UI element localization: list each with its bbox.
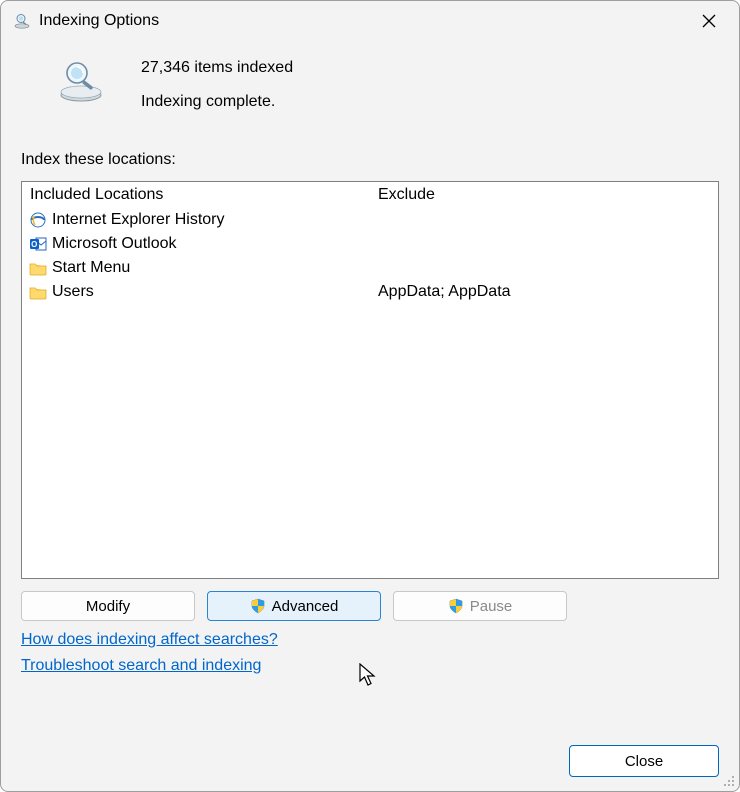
list-item-label: Microsoft Outlook xyxy=(52,235,176,253)
button-label: Advanced xyxy=(272,598,339,615)
indexing-options-window: Indexing Options 27,346 items indexed In… xyxy=(0,0,740,792)
button-label: Pause xyxy=(470,598,513,615)
button-label: Close xyxy=(625,753,663,770)
list-item[interactable]: Internet Explorer History xyxy=(22,208,370,232)
window-title: Indexing Options xyxy=(39,12,689,30)
modify-button[interactable]: Modify xyxy=(21,591,195,621)
window-close-button[interactable] xyxy=(689,5,729,37)
list-item[interactable]: Start Menu xyxy=(22,256,370,280)
list-item-label: Users xyxy=(52,283,94,301)
outlook-icon: O xyxy=(28,235,48,253)
locations-list[interactable]: Included Locations Internet Explorer His… xyxy=(21,181,719,579)
close-button[interactable]: Close xyxy=(569,745,719,777)
indexing-status: Indexing complete. xyxy=(141,93,293,111)
indexed-count: 27,346 items indexed xyxy=(141,59,293,77)
exclude-value xyxy=(370,208,718,232)
list-item-label: Internet Explorer History xyxy=(52,211,225,229)
svg-text:O: O xyxy=(31,240,37,249)
troubleshoot-link[interactable]: Troubleshoot search and indexing xyxy=(21,657,261,675)
action-buttons-row: Modify Advanced Pause xyxy=(1,579,739,627)
exclude-header[interactable]: Exclude xyxy=(370,182,718,208)
indexing-large-icon xyxy=(51,59,111,103)
titlebar: Indexing Options xyxy=(1,1,739,41)
advanced-button[interactable]: Advanced xyxy=(207,591,381,621)
locations-label: Index these locations: xyxy=(1,131,739,175)
summary-block: 27,346 items indexed Indexing complete. xyxy=(1,41,739,131)
button-label: Modify xyxy=(86,598,130,615)
list-item[interactable]: O Microsoft Outlook xyxy=(22,232,370,256)
exclude-value xyxy=(370,232,718,256)
help-links: How does indexing affect searches? Troub… xyxy=(1,627,739,679)
folder-icon xyxy=(28,283,48,301)
ie-icon xyxy=(28,211,48,229)
uac-shield-icon xyxy=(448,598,464,614)
pause-button: Pause xyxy=(393,591,567,621)
list-item-label: Start Menu xyxy=(52,259,130,277)
resize-grip[interactable] xyxy=(722,774,736,788)
uac-shield-icon xyxy=(250,598,266,614)
close-icon xyxy=(702,14,716,28)
included-locations-header[interactable]: Included Locations xyxy=(22,182,370,208)
help-link-indexing[interactable]: How does indexing affect searches? xyxy=(21,631,278,649)
indexing-title-icon xyxy=(13,12,31,30)
exclude-value xyxy=(370,256,718,280)
exclude-value: AppData; AppData xyxy=(370,280,718,304)
folder-icon xyxy=(28,259,48,277)
list-item[interactable]: Users xyxy=(22,280,370,304)
